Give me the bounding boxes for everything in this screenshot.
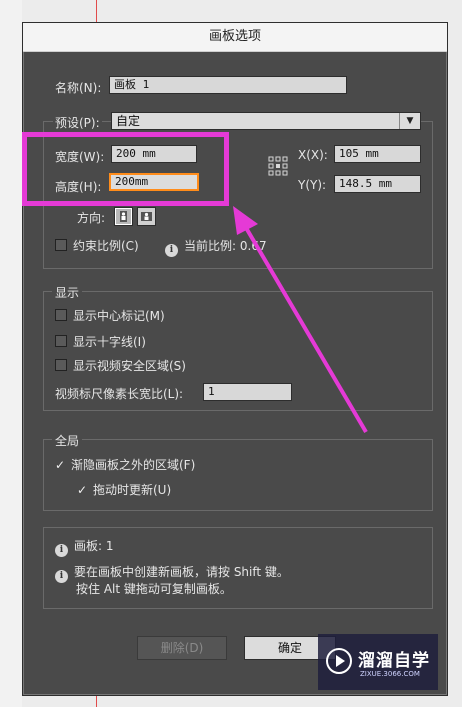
watermark-brand: 溜溜自学 <box>358 651 430 671</box>
annotation-arrow <box>233 206 368 434</box>
watermark: 溜溜自学 ZIXUE.3066.COM <box>318 634 438 690</box>
watermark-url: ZIXUE.3066.COM <box>360 670 420 678</box>
play-logo-icon <box>326 648 352 674</box>
